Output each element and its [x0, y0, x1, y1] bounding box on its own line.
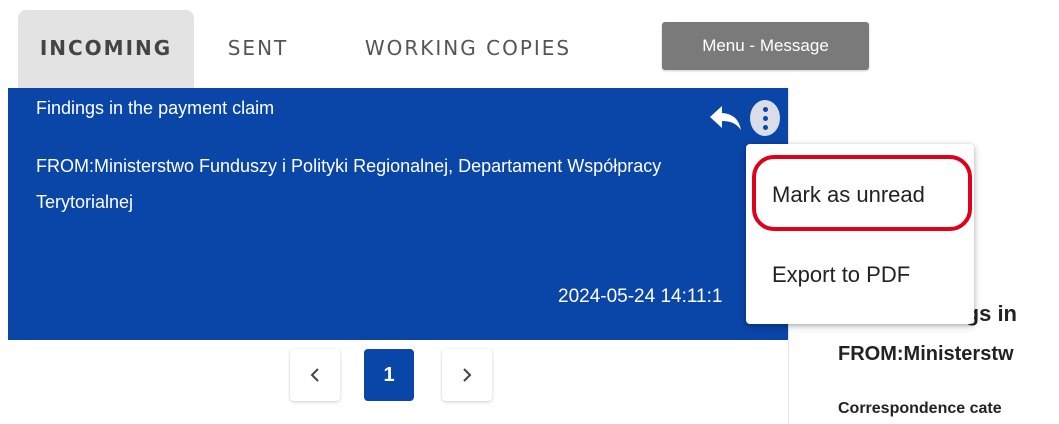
detail-from: FROM:Ministerstw	[838, 343, 1014, 365]
tab-incoming-label: INCOMING	[39, 36, 173, 60]
message-card[interactable]: Findings in the payment claim FROM:Minis…	[8, 88, 788, 340]
tab-incoming[interactable]: INCOMING	[18, 10, 194, 90]
pagination-page-1[interactable]: 1	[364, 349, 414, 401]
tab-working-copies[interactable]: WORKING COPIES	[348, 10, 588, 90]
menu-message-button[interactable]: Menu - Message	[662, 22, 869, 70]
tab-working-copies-label: WORKING COPIES	[364, 36, 572, 60]
chevron-left-icon	[310, 368, 319, 382]
pagination-prev-button[interactable]	[290, 349, 340, 401]
tab-sent[interactable]: SENT	[218, 10, 298, 90]
more-vertical-icon	[762, 106, 768, 112]
message-options-menu: Mark as unread Export to PDF	[746, 144, 974, 324]
more-vertical-icon-dot	[762, 124, 768, 130]
menu-item-mark-as-unread[interactable]: Mark as unread	[746, 165, 974, 225]
message-sender: FROM:Ministerstwo Funduszy i Polityki Re…	[36, 156, 662, 212]
more-options-button[interactable]	[750, 100, 780, 136]
pagination-next-button[interactable]	[442, 349, 492, 401]
more-vertical-icon-dot	[762, 115, 768, 121]
chevron-right-icon	[463, 368, 472, 382]
menu-item-export-to-pdf[interactable]: Export to PDF	[746, 245, 974, 305]
message-title: Findings in the payment claim	[36, 98, 275, 118]
tab-sent-label: SENT	[227, 36, 289, 60]
detail-category: Correspondence cate	[838, 400, 1002, 417]
reply-icon[interactable]	[708, 104, 744, 132]
